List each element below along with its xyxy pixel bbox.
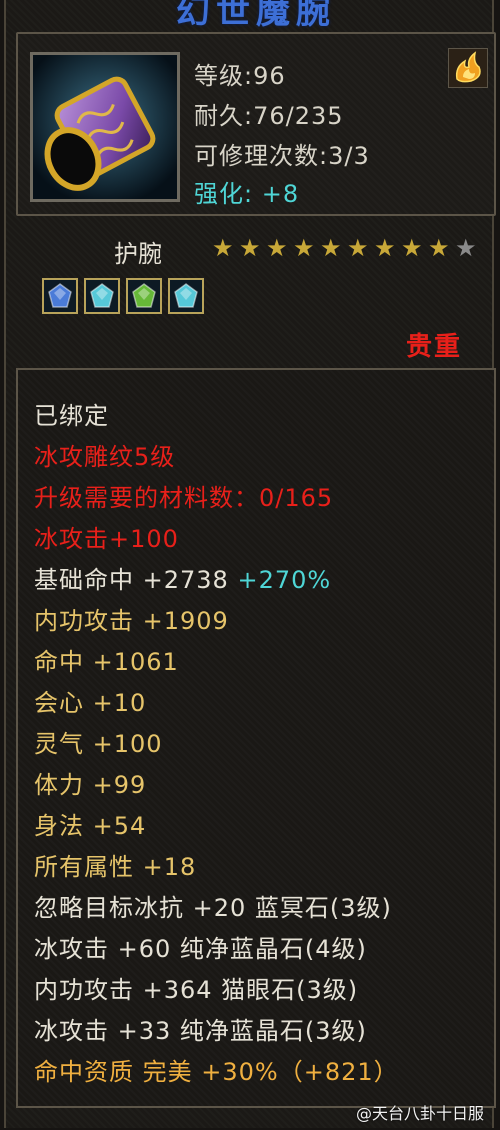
- watermark: @天台八卦十日服: [355, 1104, 484, 1123]
- attribute-list: 已绑定冰攻雕纹5级升级需要的材料数：0/165 冰攻击+100 基础命中 +2738…: [16, 368, 496, 1108]
- item-level: 等级:96: [194, 62, 286, 90]
- star-filled-icon: ★: [320, 234, 342, 262]
- star-rating: ★ ★ ★ ★ ★ ★ ★ ★ ★ ★: [212, 236, 479, 260]
- item-tooltip: 幻世魔腕 等级:96 耐久:76/235 可修理次数:3/3 强化: +8 护腕…: [4, 0, 496, 1128]
- gem-sockets: [42, 278, 204, 314]
- attribute-text: 内功攻击 +364 猫眼石(3级): [34, 976, 359, 1004]
- bracer-icon: [33, 55, 177, 199]
- attribute-text: 体力 +99: [34, 771, 147, 799]
- attribute-row: 基础命中 +2738 +270%: [34, 560, 331, 595]
- star-filled-icon: ★: [239, 234, 261, 262]
- star-empty-icon: ★: [455, 234, 477, 262]
- attribute-text: 冰攻雕纹5级: [34, 443, 176, 471]
- star-filled-icon: ★: [374, 234, 396, 262]
- item-durability: 耐久:76/235: [194, 102, 344, 130]
- attribute-text: 所有属性 +18: [34, 853, 197, 881]
- attribute-text: 身法 +54: [34, 812, 147, 840]
- attribute-row: 冰攻雕纹5级: [34, 437, 175, 472]
- item-enhance: 强化: +8: [194, 180, 300, 208]
- item-repair-count: 可修理次数:3/3: [194, 142, 370, 170]
- attribute-row: 命中 +1061: [34, 642, 179, 677]
- attribute-row: 灵气 +100: [34, 724, 163, 759]
- attribute-row: 内功攻击 +1909: [34, 601, 229, 636]
- star-filled-icon: ★: [428, 234, 450, 262]
- attribute-row: 冰攻击 +60 纯净蓝晶石(4级): [34, 929, 367, 964]
- attribute-row: 命中资质 完美 +30%（+821）: [34, 1052, 399, 1087]
- attribute-text: 灵气 +100: [34, 730, 163, 758]
- star-filled-icon: ★: [212, 234, 234, 262]
- item-type: 护腕: [114, 240, 162, 268]
- attribute-row: 身法 +54: [34, 806, 146, 841]
- attribute-text: 冰攻击+100: [34, 525, 179, 553]
- attribute-text: 基础命中 +2738: [34, 566, 238, 594]
- cyan-gem-icon[interactable]: [84, 278, 120, 314]
- star-filled-icon: ★: [347, 234, 369, 262]
- attribute-row: 升级需要的材料数：0/165: [34, 478, 333, 513]
- attribute-row: 已绑定: [34, 396, 109, 431]
- attribute-row: 会心 +10: [34, 683, 146, 718]
- attribute-text: 忽略目标冰抗 +20 蓝冥石(3级): [34, 894, 392, 922]
- cyan-gem-icon[interactable]: [168, 278, 204, 314]
- attribute-text: 会心 +10: [34, 689, 147, 717]
- attribute-row: 冰攻击+100: [34, 519, 179, 554]
- attribute-row: 内功攻击 +364 猫眼石(3级): [34, 970, 358, 1005]
- item-name: 幻世魔腕: [176, 0, 336, 30]
- attribute-bonus: +270%: [237, 566, 332, 594]
- item-slot[interactable]: [30, 52, 180, 202]
- item-header-panel: 等级:96 耐久:76/235 可修理次数:3/3 强化: +8: [16, 32, 496, 216]
- blue-gem-icon[interactable]: [42, 278, 78, 314]
- attribute-text: 内功攻击 +1909: [34, 607, 229, 635]
- star-filled-icon: ★: [293, 234, 315, 262]
- attribute-text: 命中资质 完美 +30%（+821）: [34, 1058, 399, 1086]
- star-filled-icon: ★: [401, 234, 423, 262]
- star-filled-icon: ★: [266, 234, 288, 262]
- attribute-text: 升级需要的材料数：0/165: [34, 484, 334, 512]
- attribute-text: 已绑定: [34, 402, 109, 430]
- attribute-row: 所有属性 +18: [34, 847, 196, 882]
- attribute-row: 冰攻击 +33 纯净蓝晶石(3级): [34, 1011, 367, 1046]
- attribute-row: 体力 +99: [34, 765, 146, 800]
- fire-icon[interactable]: [448, 48, 488, 88]
- item-title-bar: 幻世魔腕: [14, 0, 498, 30]
- green-gem-icon[interactable]: [126, 278, 162, 314]
- attribute-text: 命中 +1061: [34, 648, 179, 676]
- attribute-text: 冰攻击 +60 纯净蓝晶石(4级): [34, 935, 367, 963]
- attribute-row: 忽略目标冰抗 +20 蓝冥石(3级): [34, 888, 392, 923]
- item-rarity: 贵重: [405, 332, 462, 362]
- attribute-text: 冰攻击 +33 纯净蓝晶石(3级): [34, 1017, 367, 1045]
- item-type-section: 护腕 ★ ★ ★ ★ ★ ★ ★ ★ ★ ★ 贵重: [14, 226, 498, 362]
